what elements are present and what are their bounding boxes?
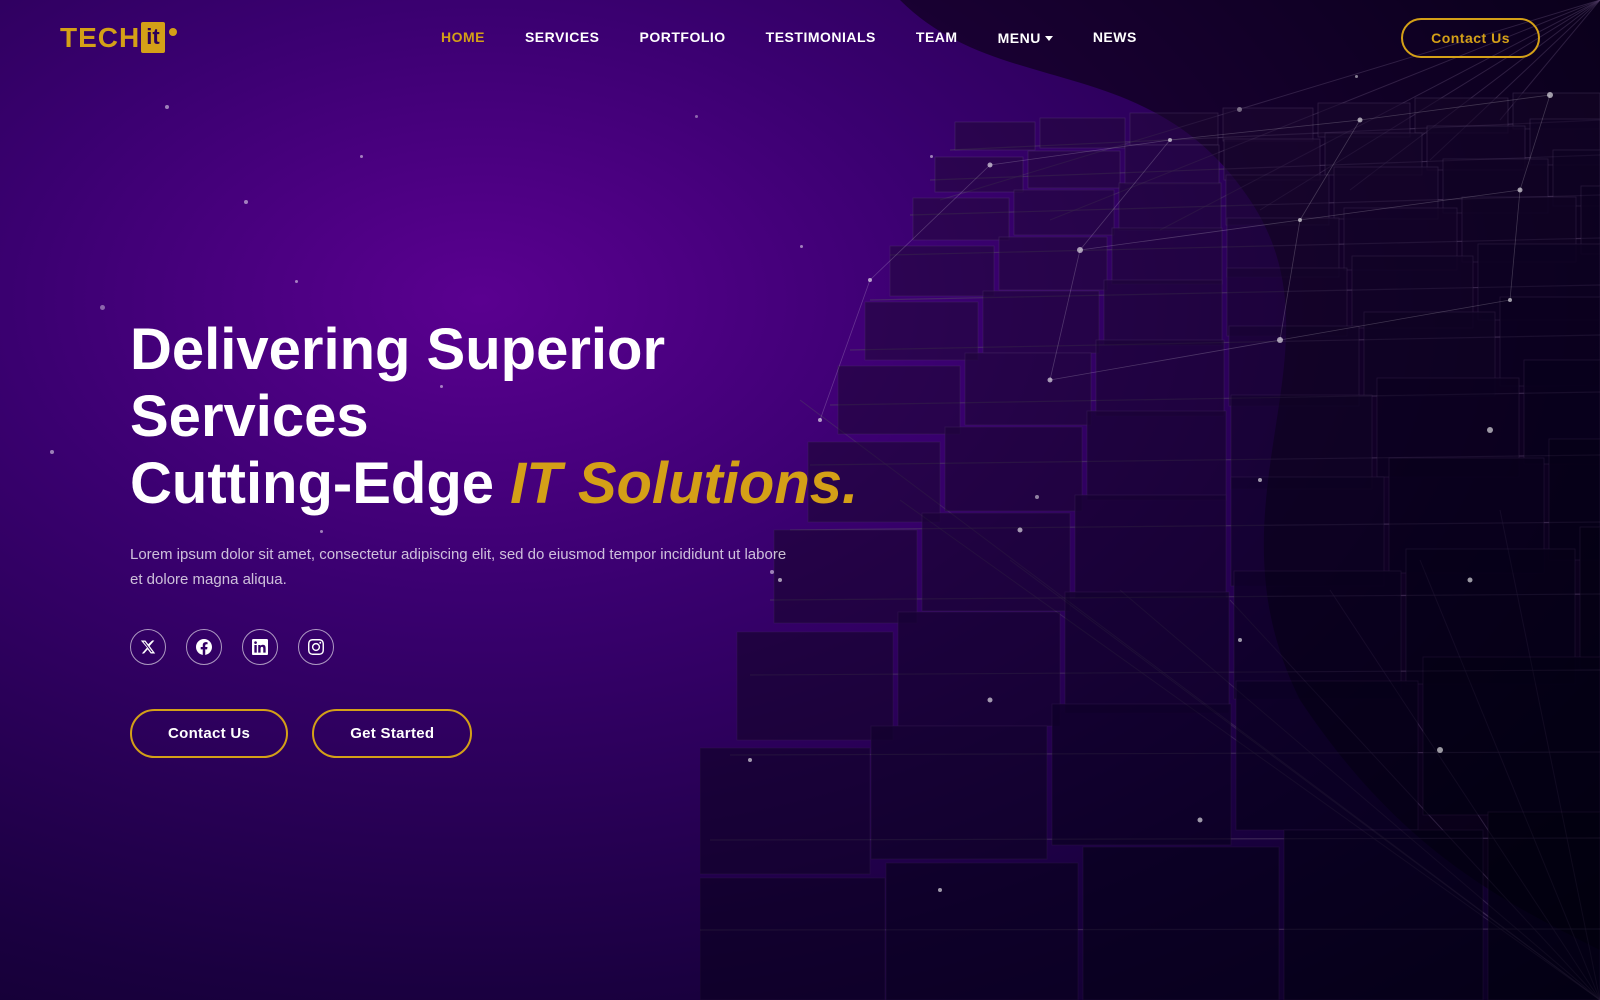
nav-links: HOME SERVICES PORTFOLIO TESTIMONIALS TEA… (441, 29, 1137, 47)
hero-buttons: Contact Us Get Started (130, 709, 1470, 758)
nav-link-news[interactable]: NEWS (1093, 29, 1137, 45)
social-facebook[interactable] (186, 629, 222, 665)
nav-menu-label: MENU (998, 30, 1041, 46)
nav-item-team[interactable]: TEAM (916, 29, 958, 47)
nav-item-services[interactable]: SERVICES (525, 29, 600, 47)
hero-title-highlight: IT Solutions. (510, 451, 858, 516)
hero-title: Delivering Superior Services Cutting-Edg… (130, 317, 880, 517)
hero-title-line2: Cutting-Edge (130, 451, 510, 516)
nav-contact-button[interactable]: Contact Us (1401, 18, 1540, 58)
hero-get-started-button[interactable]: Get Started (312, 709, 472, 758)
logo-tech-text: TECH (60, 22, 140, 54)
chevron-down-icon (1045, 36, 1053, 41)
nav-item-testimonials[interactable]: TESTIMONIALS (766, 29, 876, 47)
nav-link-home[interactable]: HOME (441, 29, 485, 45)
hero-contact-button[interactable]: Contact Us (130, 709, 288, 758)
nav-link-team[interactable]: TEAM (916, 29, 958, 45)
social-linkedin[interactable] (242, 629, 278, 665)
nav-link-portfolio[interactable]: PORTFOLIO (640, 29, 726, 45)
nav-link-testimonials[interactable]: TESTIMONIALS (766, 29, 876, 45)
social-icons (130, 629, 1470, 665)
social-instagram[interactable] (298, 629, 334, 665)
nav-item-home[interactable]: HOME (441, 29, 485, 47)
nav-link-services[interactable]: SERVICES (525, 29, 600, 45)
logo[interactable]: TECH it (60, 22, 177, 54)
navbar: TECH it HOME SERVICES PORTFOLIO TESTIMON… (0, 0, 1600, 75)
nav-menu-dropdown[interactable]: MENU (998, 30, 1053, 46)
nav-item-menu[interactable]: MENU (998, 30, 1053, 46)
nav-item-portfolio[interactable]: PORTFOLIO (640, 29, 726, 47)
hero-section: Delivering Superior Services Cutting-Edg… (0, 0, 1600, 1000)
nav-item-news[interactable]: NEWS (1093, 29, 1137, 47)
hero-description: Lorem ipsum dolor sit amet, consectetur … (130, 542, 790, 593)
social-twitter[interactable] (130, 629, 166, 665)
hero-title-line1: Delivering Superior Services (130, 317, 665, 449)
logo-dot (169, 28, 177, 36)
logo-it-box: it (141, 22, 164, 52)
